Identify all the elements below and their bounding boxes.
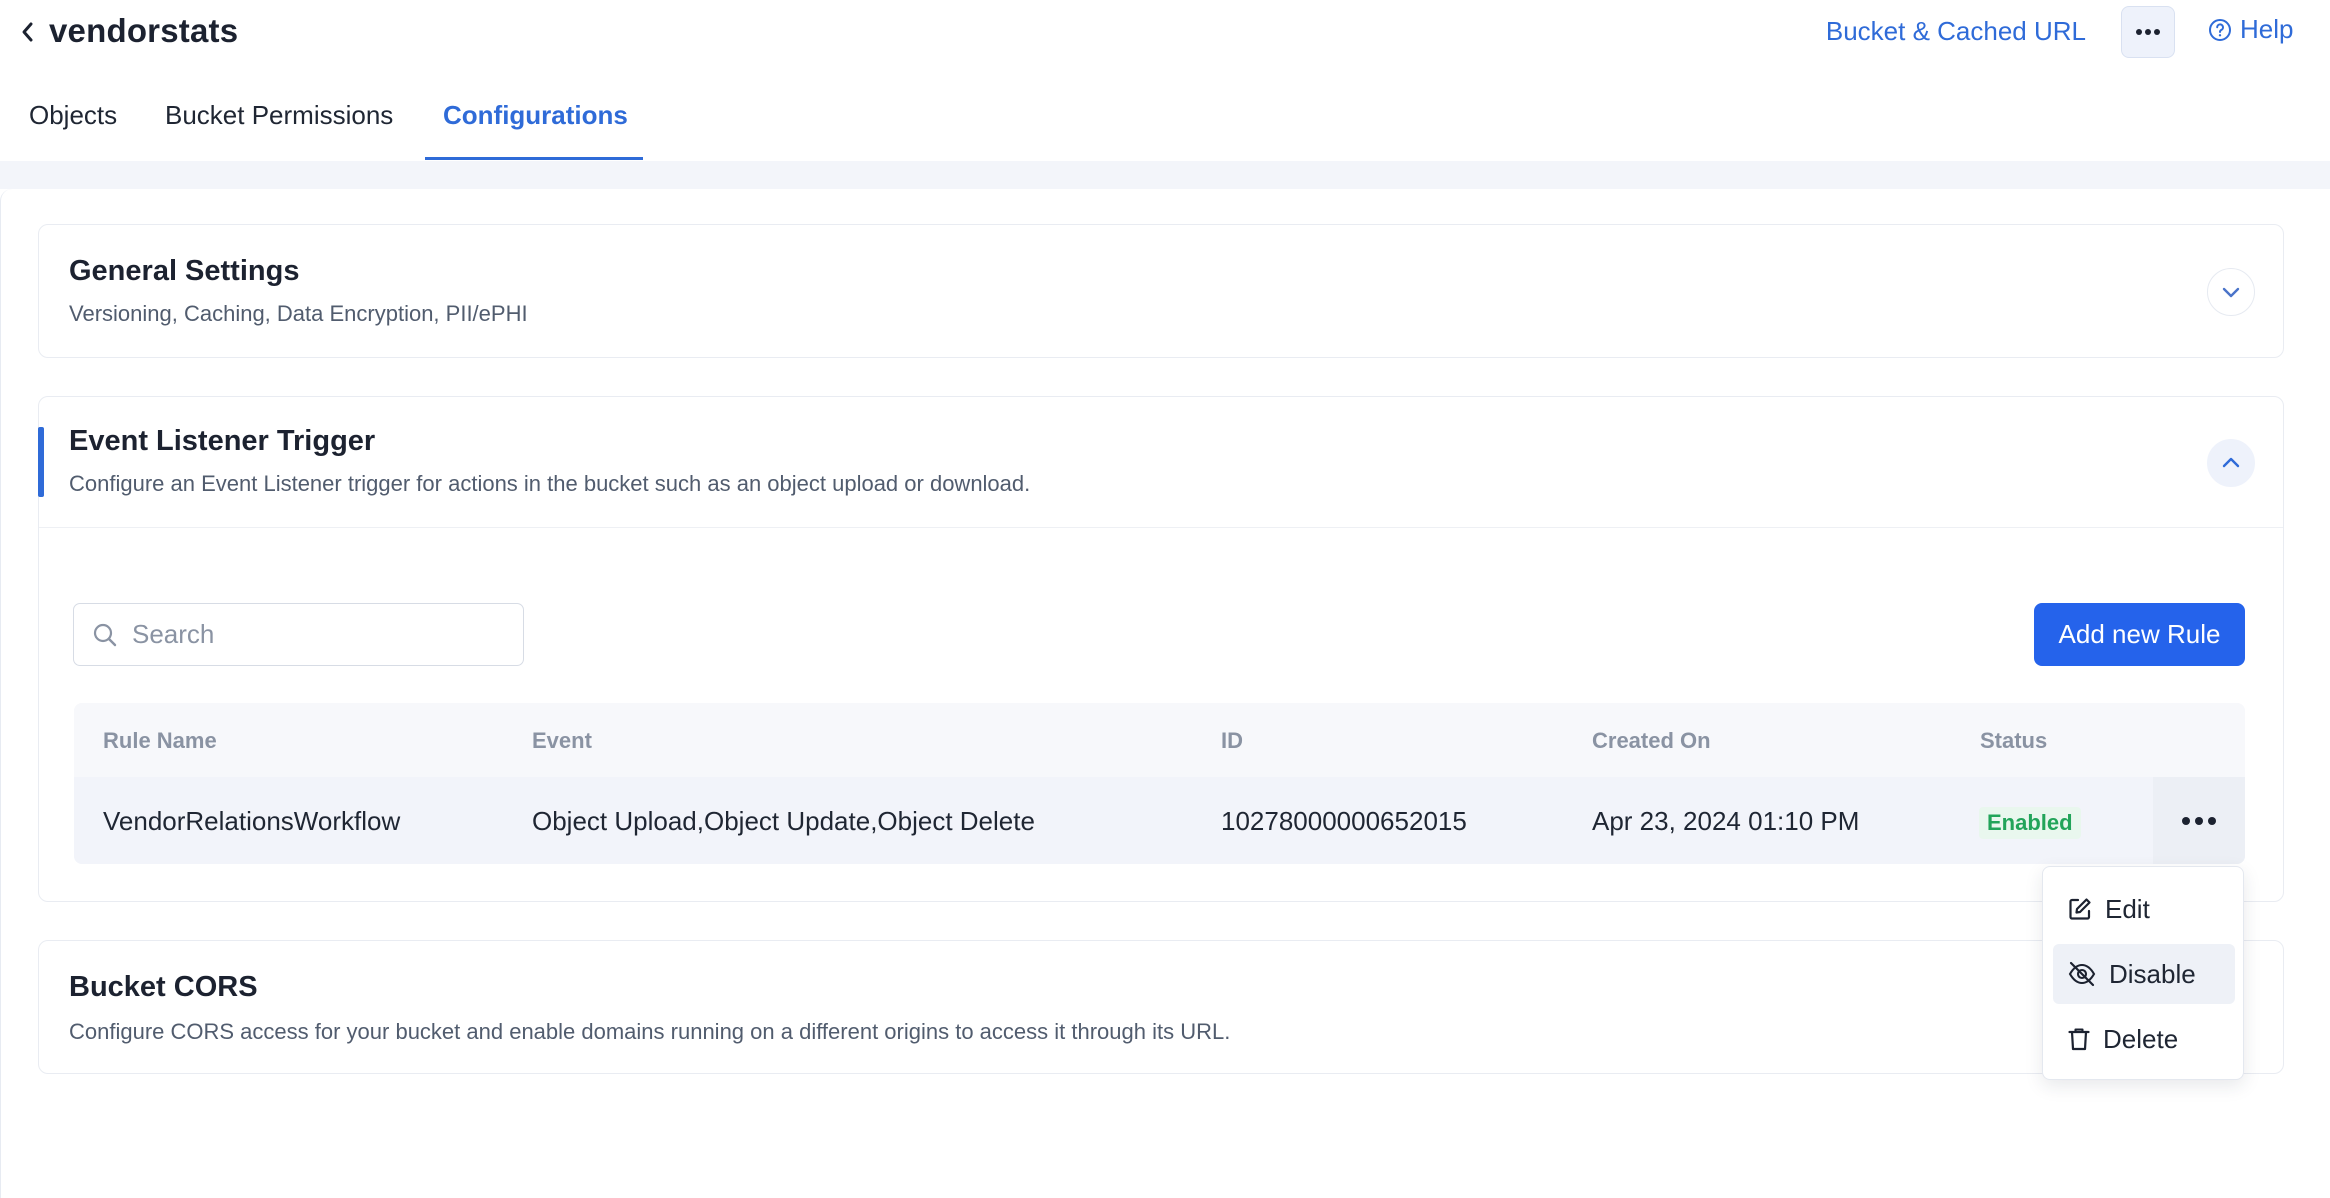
page-title: vendorstats (49, 12, 239, 49)
help-link[interactable]: Help (2208, 14, 2293, 45)
cell-id: 10278000000652015 (1221, 806, 1467, 836)
menu-item-delete[interactable]: Delete (2053, 1009, 2235, 1069)
configurations-content: General Settings Versioning, Caching, Da… (0, 189, 2330, 1198)
bucket-cors-description: Configure CORS access for your bucket an… (69, 1019, 1231, 1044)
edit-icon (2069, 898, 2091, 920)
table-header: Rule Name Event ID Created On Status (74, 703, 2245, 777)
column-header-rule-name: Rule Name (103, 728, 217, 753)
menu-item-label: Edit (2105, 893, 2150, 924)
cell-event: Object Upload,Object Update,Object Delet… (532, 806, 1035, 836)
page-background (0, 161, 2330, 189)
chevron-up-icon (2222, 457, 2240, 468)
chevron-down-icon (2222, 287, 2240, 298)
column-header-id: ID (1221, 728, 1243, 753)
active-panel-indicator (38, 427, 44, 497)
general-settings-panel[interactable]: General Settings Versioning, Caching, Da… (38, 224, 2284, 358)
general-settings-expand-button[interactable] (2207, 268, 2255, 316)
more-options-button[interactable] (2121, 6, 2175, 58)
row-actions-button[interactable] (2153, 777, 2245, 864)
general-settings-title: General Settings (69, 255, 300, 287)
more-horizontal-icon (2182, 816, 2216, 825)
menu-item-label: Disable (2109, 958, 2196, 989)
tab-bar: Objects Bucket Permissions Configuration… (0, 62, 2330, 161)
event-listener-title: Event Listener Trigger (69, 425, 376, 457)
trash-icon (2068, 1028, 2090, 1051)
column-header-status: Status (1980, 728, 2048, 753)
bucket-cors-panel[interactable]: Bucket CORS Configure CORS access for yo… (38, 940, 2284, 1074)
cell-created-on: Apr 23, 2024 01:10 PM (1592, 806, 1860, 836)
more-horizontal-icon (2136, 29, 2160, 35)
panel-divider (39, 527, 2283, 528)
status-badge: Enabled (1979, 807, 2081, 839)
add-new-rule-button[interactable]: Add new Rule (2034, 603, 2245, 666)
bucket-cors-title: Bucket CORS (69, 971, 258, 1003)
cell-rule-name: VendorRelationsWorkflow (103, 806, 401, 836)
rule-search-box[interactable] (73, 603, 524, 666)
menu-item-label: Delete (2103, 1023, 2179, 1054)
eye-off-icon (2068, 961, 2096, 987)
back-button[interactable] (12, 16, 44, 48)
column-header-event: Event (532, 728, 592, 753)
search-input[interactable] (132, 619, 492, 650)
active-tab-indicator (425, 157, 643, 160)
help-circle-icon (2209, 18, 2231, 41)
tab-objects[interactable]: Objects (29, 100, 117, 131)
chevron-left-icon (22, 22, 33, 42)
search-icon (93, 623, 117, 646)
tab-configurations[interactable]: Configurations (443, 100, 628, 131)
bucket-cached-url-link[interactable]: Bucket & Cached URL (1826, 16, 2086, 47)
column-header-created-on: Created On (1592, 728, 1711, 753)
row-actions-menu: Edit Disable Delete (2042, 866, 2244, 1080)
table-row[interactable]: VendorRelationsWorkflow Object Upload,Ob… (74, 777, 2245, 864)
top-bar: vendorstats Bucket & Cached URL Help (0, 0, 2330, 62)
event-listener-description: Configure an Event Listener trigger for … (69, 471, 1031, 496)
menu-item-edit[interactable]: Edit (2053, 879, 2235, 939)
rules-table: Rule Name Event ID Created On Status Ven… (74, 703, 2245, 864)
tab-bucket-permissions[interactable]: Bucket Permissions (165, 100, 393, 131)
event-listener-collapse-button[interactable] (2207, 439, 2255, 487)
help-label: Help (2240, 14, 2294, 44)
general-settings-description: Versioning, Caching, Data Encryption, PI… (69, 301, 528, 326)
menu-item-disable[interactable]: Disable (2053, 944, 2235, 1004)
